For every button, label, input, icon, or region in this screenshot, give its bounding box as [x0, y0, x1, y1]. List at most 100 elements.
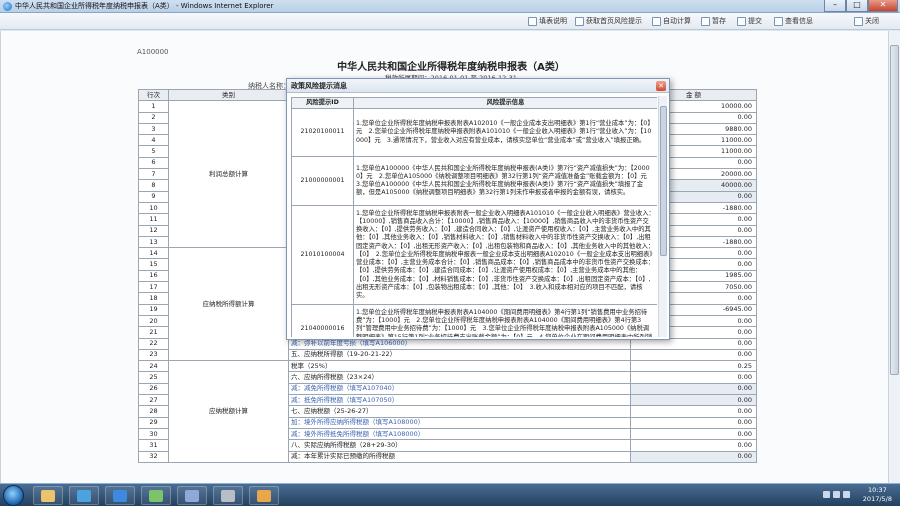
submit-icon: [737, 16, 746, 26]
row-number: 27: [138, 394, 169, 407]
row-item: 税率（25%）: [288, 360, 631, 373]
toolbar-temp-save[interactable]: 暂存: [701, 16, 726, 26]
risk-id: 21040000016: [291, 304, 354, 337]
media-app[interactable]: [69, 486, 99, 505]
explorer-app-icon: [41, 489, 55, 502]
risk-dialog-header[interactable]: 政策风险提示消息 ✕: [287, 79, 669, 93]
dialog-scrollbar-thumb[interactable]: [660, 106, 667, 256]
help-icon: [528, 16, 537, 26]
toolbar-fill-instructions[interactable]: 填表说明: [528, 16, 567, 26]
green-app-icon: [149, 489, 163, 502]
row-item: 减：本年累计实际已预缴的所得税额: [288, 450, 631, 463]
row-number: 28: [138, 405, 169, 418]
page-scrollbar-thumb[interactable]: [890, 45, 899, 375]
category-taxable: 应纳税所得额计算: [168, 247, 289, 362]
row-item: 八、实际应纳所得税额（28+29-30）: [288, 439, 631, 452]
risk-id: 21020100011: [291, 108, 354, 157]
ie-app-icon: [113, 489, 127, 502]
amount-field[interactable]: 0.25: [630, 360, 757, 373]
row-item[interactable]: 加：境外所得应纳所得税额（填写A108000）: [288, 416, 631, 429]
toolbar-submit[interactable]: 提交: [737, 16, 762, 26]
clock-time: 10:37: [868, 486, 887, 494]
row-number: 19: [138, 303, 169, 316]
row-number: 8: [138, 179, 169, 192]
form-toolbar: 填表说明 获取首页风险提示 自动计算 暂存 提交 查看信息 关闭: [0, 13, 900, 30]
risk-header-info: 风险提示信息: [353, 97, 657, 109]
toolbar-auto-calc[interactable]: 自动计算: [652, 16, 691, 26]
flag-icon[interactable]: [843, 491, 850, 498]
toolbar-get-risk-hints[interactable]: 获取首页风险提示: [575, 16, 642, 26]
dialog-close-button[interactable]: ✕: [656, 81, 666, 91]
paint-app[interactable]: [249, 486, 279, 505]
category-profit: 利润总额计算: [168, 100, 289, 249]
category-tax: 应纳税额计算: [168, 360, 289, 463]
row-item[interactable]: 减：减免所得税额（填写A107040）: [288, 382, 631, 396]
row-number: 22: [138, 337, 169, 350]
risk-row: 21020100011 1.您单位企业所得税年度纳税申报表附表A102010《一…: [291, 108, 657, 157]
info-icon: [774, 16, 783, 26]
risk-row: 21040000016 1.您单位企业所得税年度纳税申报表附表A104000《期…: [291, 304, 657, 337]
start-button[interactable]: [3, 485, 24, 506]
ie-app[interactable]: [105, 486, 135, 505]
dialog-scrollbar[interactable]: [658, 96, 667, 337]
row-number: 31: [138, 439, 169, 452]
row-number: 16: [138, 269, 169, 283]
risk-table: 风险提示ID 风险提示信息 21020100011 1.您单位企业所得税年度纳税…: [291, 97, 657, 337]
minimize-button[interactable]: –: [824, 0, 846, 12]
row-number: 18: [138, 292, 169, 305]
risk-dialog-title: 政策风险提示消息: [291, 82, 347, 90]
amount-field[interactable]: 0.00: [630, 439, 757, 452]
row-number: 23: [138, 348, 169, 362]
clock[interactable]: 10:37 2017/5/8: [863, 486, 892, 504]
gray-app[interactable]: [213, 486, 243, 505]
table-row: 24 应纳税额计算 税率（25%） 0.25: [138, 360, 757, 463]
window-title: 中华人民共和国企业所得税年度纳税申报表（A类） - Windows Intern…: [15, 2, 274, 10]
row-number: 24: [138, 360, 169, 373]
amount-field[interactable]: 0.00: [630, 394, 757, 407]
row-number: 2: [138, 111, 169, 124]
risk-row: 21000000001 1.您单位A100000《中华人民共和国企业所得税年度纳…: [291, 156, 657, 206]
amount-field[interactable]: 0.00: [630, 450, 757, 463]
row-item[interactable]: 减：抵免所得税额（填写A107050）: [288, 394, 631, 407]
green-app[interactable]: [141, 486, 171, 505]
row-item: 七、应纳税额（25-26-27）: [288, 405, 631, 418]
amount-field[interactable]: 0.00: [630, 371, 757, 384]
row-item: 五、应纳税所得额（19-20-21-22）: [288, 348, 631, 362]
toolbar-view-info[interactable]: 查看信息: [774, 16, 813, 26]
amount-field[interactable]: 0.00: [630, 382, 757, 396]
row-number: 25: [138, 371, 169, 384]
explorer-app[interactable]: [33, 486, 63, 505]
row-number: 12: [138, 224, 169, 237]
row-number: 26: [138, 382, 169, 396]
row-number: 30: [138, 427, 169, 441]
row-number: 29: [138, 416, 169, 429]
amount-field[interactable]: 0.00: [630, 348, 757, 362]
paint-app-icon: [257, 489, 271, 502]
risk-id: 21000000001: [291, 156, 354, 206]
window-close-button[interactable]: ✕: [868, 0, 898, 12]
risk-dialog: 政策风险提示消息 ✕ 风险提示ID 风险提示信息 21020100011 1.您…: [286, 78, 670, 340]
network-icon[interactable]: [823, 491, 830, 498]
amount-field[interactable]: 0.00: [630, 405, 757, 418]
page-scrollbar[interactable]: [888, 31, 900, 483]
ie-icon: [3, 1, 12, 11]
volume-icon[interactable]: [833, 491, 840, 498]
row-number: 3: [138, 122, 169, 136]
header-row-no: 行次: [138, 88, 169, 102]
row-number: 4: [138, 134, 169, 147]
maximize-button[interactable]: □: [846, 0, 868, 12]
toolbar-close[interactable]: 关闭: [854, 16, 879, 26]
form-code: A100000: [137, 48, 169, 56]
risk-id: 21010100004: [291, 205, 354, 305]
amount-field[interactable]: 0.00: [630, 427, 757, 441]
close-icon: [854, 16, 863, 26]
risk-dialog-body: 风险提示ID 风险提示信息 21020100011 1.您单位企业所得税年度纳税…: [291, 97, 657, 337]
tool-app[interactable]: [177, 486, 207, 505]
amount-field[interactable]: 0.00: [630, 416, 757, 429]
row-number: 1: [138, 100, 169, 113]
row-item[interactable]: 减：境外所得抵免所得税额（填写A108000）: [288, 427, 631, 441]
row-number: 5: [138, 145, 169, 158]
row-number: 7: [138, 168, 169, 181]
media-app-icon: [77, 489, 91, 502]
calc-icon: [652, 16, 661, 26]
